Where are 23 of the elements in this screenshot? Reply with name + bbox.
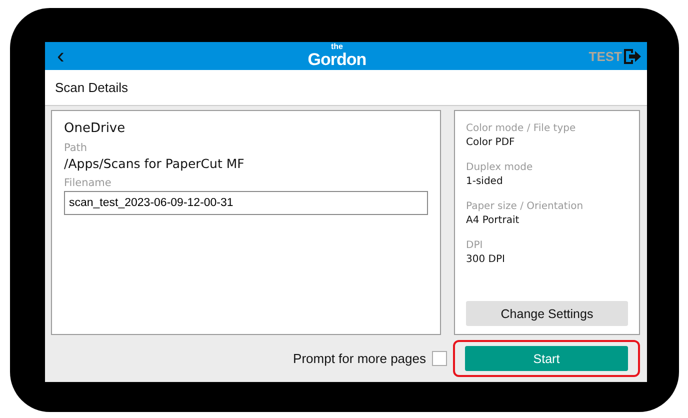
user-name: TEST [588,48,622,64]
setting-label: DPI [466,240,484,251]
logo-text: the [331,42,343,50]
setting-value: A4 Portrait [466,215,520,226]
setting-value: Color PDF [466,137,516,148]
setting-label: Paper size / Orientation [466,201,584,212]
setting-label: Duplex mode [466,162,534,173]
setting-value: 300 DPI [466,254,506,265]
field-label: Filename [64,177,112,189]
field-label: Path [64,142,88,154]
setting-label: Color mode / File type [466,123,577,134]
filename-field[interactable]: scan_test_2023-06-09-12-00-31 [64,191,428,215]
setting-value: 1-sided [466,176,504,187]
logo-text: Gordon [308,50,366,68]
back-button[interactable]: ‹ [53,45,93,67]
page-title: Scan Details [55,80,128,95]
checkbox-label: Prompt for more pages [293,351,426,366]
destination-name: OneDrive [64,121,126,136]
path-value: /Apps/Scans for PaperCut MF [64,156,246,171]
checkbox[interactable] [432,351,447,366]
logout-icon[interactable] [624,48,641,64]
start-button[interactable]: Start [465,346,628,371]
change-settings-button[interactable]: Change Settings [466,301,628,326]
